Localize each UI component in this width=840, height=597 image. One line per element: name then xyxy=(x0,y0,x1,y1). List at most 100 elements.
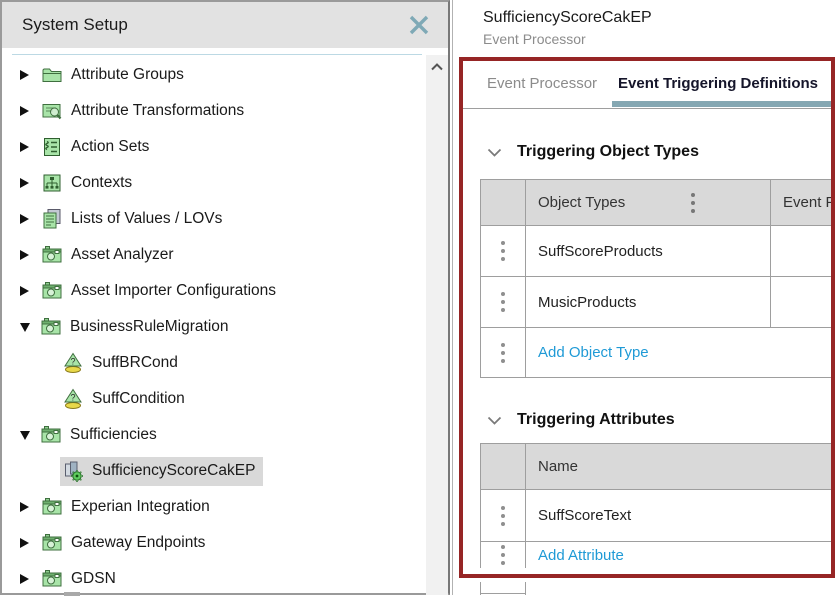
tab-event-triggering-definitions[interactable]: Event Triggering Definitions xyxy=(618,75,818,92)
row-menu-icon[interactable] xyxy=(501,504,505,528)
tree-item-businessrulemigration[interactable]: BusinessRuleMigration xyxy=(4,309,420,345)
row-menu-icon[interactable] xyxy=(501,543,505,567)
object-types-table: Object Types Event F SuffScoreProducts M… xyxy=(480,179,835,378)
expand-arrow-icon[interactable] xyxy=(20,178,29,188)
header-handle-cell xyxy=(481,444,526,490)
active-tab-underline xyxy=(612,101,831,107)
collapse-arrow-icon[interactable] xyxy=(20,431,30,440)
camera-icon xyxy=(41,496,64,519)
next-tree-item-partial-icon xyxy=(64,592,80,596)
tree-item-suffbrcond[interactable]: ? SuffBRCond xyxy=(4,345,420,381)
row-menu-icon[interactable] xyxy=(501,239,505,263)
tree-item-experian-integration[interactable]: Experian Integration xyxy=(4,489,420,525)
chevron-down-icon[interactable] xyxy=(487,416,502,425)
camera-icon xyxy=(41,280,64,303)
section-triggering-object-types[interactable]: Triggering Object Types xyxy=(487,143,831,161)
scroll-up-icon[interactable] xyxy=(426,55,448,71)
tree-item-label: Action Sets xyxy=(71,138,149,156)
tree-item-label: Asset Importer Configurations xyxy=(71,282,276,300)
org-chart-icon xyxy=(41,172,64,195)
tree-item-sufficiencies[interactable]: Sufficiencies xyxy=(4,417,420,453)
row-handle-cell[interactable] xyxy=(481,277,526,328)
event-filter-cell[interactable] xyxy=(771,226,835,277)
expand-arrow-icon[interactable] xyxy=(20,286,29,296)
tree-item-label: Gateway Endpoints xyxy=(71,534,205,552)
tree-item-label: Attribute Groups xyxy=(71,66,184,84)
tree-item-sufficiencyscorecakep[interactable]: SufficiencyScoreCakEP xyxy=(4,453,420,489)
expand-arrow-icon[interactable] xyxy=(20,502,29,512)
checklist-icon xyxy=(41,136,64,159)
system-setup-panel: System Setup Attribute Groups Attribute … xyxy=(0,0,450,595)
rule-icon: ? xyxy=(62,388,85,411)
svg-text:?: ? xyxy=(70,393,75,403)
rule-icon: ? xyxy=(62,352,85,375)
tree-item-label: Experian Integration xyxy=(71,498,210,516)
highlight-red-border-region: Event Processor Event Triggering Definit… xyxy=(459,57,835,578)
chevron-down-icon[interactable] xyxy=(487,148,502,157)
add-attribute-link[interactable]: Add Attribute xyxy=(526,542,835,568)
header-handle-cell xyxy=(481,180,526,226)
camera-icon xyxy=(40,316,63,339)
expand-arrow-icon[interactable] xyxy=(20,106,29,116)
tree-scrollbar[interactable] xyxy=(426,55,448,595)
tree-item-label: SufficiencyScoreCakEP xyxy=(92,462,255,480)
column-header-event-filter[interactable]: Event F xyxy=(771,180,835,226)
row-handle-cell[interactable] xyxy=(481,226,526,277)
svg-text:?: ? xyxy=(70,357,75,367)
section-title: Triggering Object Types xyxy=(517,143,699,161)
tree-item-gateway-endpoints[interactable]: Gateway Endpoints xyxy=(4,525,420,561)
attribute-name-value[interactable]: SuffScoreText xyxy=(526,502,645,529)
folder-search-icon xyxy=(41,100,64,123)
row-handle-cell[interactable] xyxy=(481,328,526,378)
tree-item-label: Sufficiencies xyxy=(70,426,157,444)
table-row[interactable]: MusicProducts xyxy=(526,277,771,328)
folder-icon xyxy=(41,64,64,87)
column-header-name[interactable]: Name xyxy=(526,444,835,490)
header-divider xyxy=(12,54,422,55)
row-handle-cell[interactable] xyxy=(481,542,526,568)
row-handle-cell[interactable] xyxy=(481,490,526,542)
camera-icon xyxy=(41,532,64,555)
tree-item-action-sets[interactable]: Action Sets xyxy=(4,129,420,165)
event-processor-icon xyxy=(62,460,85,483)
expand-arrow-icon[interactable] xyxy=(20,250,29,260)
tree-item-label: SuffBRCond xyxy=(92,354,178,372)
system-setup-tree: Attribute Groups Attribute Transformatio… xyxy=(4,57,420,597)
tree-item-lists-of-values[interactable]: Lists of Values / LOVs xyxy=(4,201,420,237)
selected-tree-item[interactable]: SufficiencyScoreCakEP xyxy=(60,457,263,486)
collapse-arrow-icon[interactable] xyxy=(20,323,30,332)
expand-arrow-icon[interactable] xyxy=(20,574,29,584)
expand-arrow-icon[interactable] xyxy=(20,538,29,548)
tree-item-suffcondition[interactable]: ? SuffCondition xyxy=(4,381,420,417)
column-menu-icon[interactable] xyxy=(691,191,695,215)
column-header-object-types[interactable]: Object Types xyxy=(526,180,771,226)
tab-bar: Event Processor Event Triggering Definit… xyxy=(463,61,831,109)
close-icon[interactable] xyxy=(404,10,434,40)
expand-arrow-icon[interactable] xyxy=(20,214,29,224)
tab-event-processor[interactable]: Event Processor xyxy=(487,75,597,92)
tree-item-asset-importer-configurations[interactable]: Asset Importer Configurations xyxy=(4,273,420,309)
expand-arrow-icon[interactable] xyxy=(20,70,29,80)
tab-bar-divider xyxy=(463,108,831,109)
page-subtitle: Event Processor xyxy=(483,31,840,47)
page-title: SufficiencyScoreCakEP xyxy=(483,9,840,27)
tree-item-label: SuffCondition xyxy=(92,390,185,408)
event-filter-cell[interactable] xyxy=(771,277,835,328)
tree-item-label: Contexts xyxy=(71,174,132,192)
tree-item-attribute-transformations[interactable]: Attribute Transformations xyxy=(4,93,420,129)
table-row[interactable]: SuffScoreProducts xyxy=(526,226,771,277)
row-menu-icon[interactable] xyxy=(501,341,505,365)
tree-item-attribute-groups[interactable]: Attribute Groups xyxy=(4,57,420,93)
section-triggering-attributes[interactable]: Triggering Attributes xyxy=(487,411,831,429)
tree-item-label: Lists of Values / LOVs xyxy=(71,210,222,228)
attributes-table: Name SuffScoreText Add Attribute xyxy=(480,443,835,568)
tree-item-contexts[interactable]: Contexts xyxy=(4,165,420,201)
tree-item-label: Attribute Transformations xyxy=(71,102,244,120)
list-stack-icon xyxy=(41,208,64,231)
table-row[interactable]: SuffScoreText xyxy=(526,490,835,542)
camera-icon xyxy=(40,424,63,447)
tree-item-asset-analyzer[interactable]: Asset Analyzer xyxy=(4,237,420,273)
row-menu-icon[interactable] xyxy=(501,290,505,314)
expand-arrow-icon[interactable] xyxy=(20,142,29,152)
add-object-type-link[interactable]: Add Object Type xyxy=(526,328,835,378)
